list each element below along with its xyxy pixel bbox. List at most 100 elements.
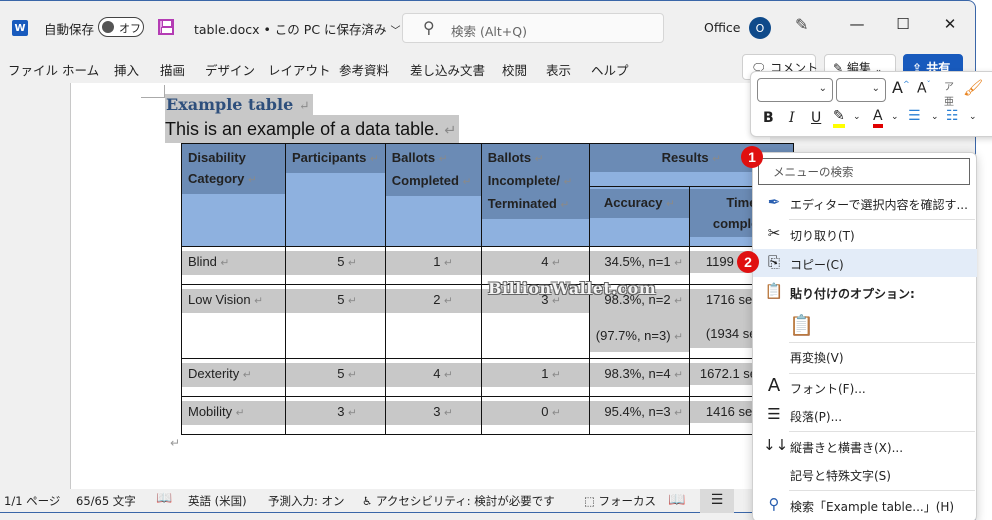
font-color-button[interactable]: A [873,108,883,128]
word-count[interactable]: 65/65 文字 [76,493,136,509]
document-title[interactable]: table.docx • この PC に保存済み ﹀ [194,19,401,38]
menu-search-input[interactable]: メニューの検索 [758,158,970,185]
cell-incomplete[interactable]: 1 ↵ [480,358,590,397]
menu-item-symbols[interactable]: 記号と特殊文字(S) [753,460,977,488]
cell-value: 0 [541,404,549,419]
paragraph-mark: ↵ [563,177,573,188]
menu-item-copy[interactable]: ⎘ コピー(C) [753,249,977,277]
paragraph-mark: ↵ [560,200,570,211]
designer-pen-icon[interactable]: ✎ [795,15,808,34]
format-painter-icon[interactable]: 🖌 [963,78,983,97]
page-count[interactable]: 1/1 ページ [4,493,60,509]
phonetic-guide-icon[interactable]: ア亜 [944,78,954,108]
chevron-down-icon[interactable]: ⌄ [969,112,977,122]
tab-layout[interactable]: レイアウト [268,60,331,79]
tab-help[interactable]: ヘルプ [591,60,629,79]
doc-heading[interactable]: Example table ↵ [165,94,313,115]
header-line: Disability [188,150,246,165]
paste-icon: 📋 [764,282,784,300]
tab-file[interactable]: ファイル [8,60,58,79]
grow-font-icon[interactable]: A^ [892,78,910,97]
paste-keep-text-button[interactable]: 📋 [753,307,977,341]
read-mode-icon[interactable]: 📖 [660,489,694,513]
cell-category[interactable]: Dexterity ↵ [181,358,286,397]
menu-item-font[interactable]: A フォント(F)... [753,373,977,401]
menu-item-label: 貼り付けのオプション: [790,287,915,301]
paragraph-mark: ↵ [348,296,357,307]
header-ballots-completed[interactable]: Ballots ↵ Completed ↵ [384,143,482,247]
tab-references[interactable]: 参考資料 [339,60,389,79]
cell-completed[interactable]: 1 ↵ [384,246,482,285]
tab-review[interactable]: 校閲 [502,60,527,79]
highlight-icon[interactable]: ✎ [833,108,845,128]
predictive-text-status[interactable]: 予測入力: オン [268,493,345,509]
minimize-button[interactable]: — [845,15,869,33]
bold-button[interactable]: B [763,110,774,126]
cell-completed[interactable]: 4 ↵ [384,358,482,397]
tab-design[interactable]: デザイン [205,60,255,79]
doc-subtitle[interactable]: This is an example of a data table. ↵ [165,115,460,143]
autosave-toggle[interactable]: オフ [98,17,144,37]
cell-participants[interactable]: 3 ↵ [285,396,386,435]
tab-draw[interactable]: 描画 [160,60,185,79]
header-participants[interactable]: Participants ↵ [285,143,386,247]
underline-button[interactable]: U [811,110,821,126]
avatar[interactable]: O [749,17,771,39]
paste-clipboard-icon: 📋 [789,313,814,337]
close-button[interactable]: ✕ [938,15,962,33]
editor-pen-icon: ✒ [767,193,781,211]
tab-mailings[interactable]: 差し込み文書 [410,60,485,79]
accessibility-status[interactable]: ♿ アクセシビリティ: 検討が必要です [362,493,555,509]
font-size-combo[interactable]: ⌄ [836,78,886,102]
bullet-list-icon[interactable]: ☰ [908,108,921,124]
save-icon[interactable] [158,19,174,35]
tab-view[interactable]: 表示 [546,60,571,79]
menu-item-reconvert[interactable]: 再変換(V) [753,342,977,370]
header-ballots-incomplete[interactable]: Ballots ↵ Incomplete/ ↵ Terminated ↵ [480,143,590,247]
cell-accuracy[interactable]: 98.3%, n=4 ↵ [588,358,690,397]
search-placeholder: 検索 (Alt+Q) [451,24,527,39]
tab-insert[interactable]: 挿入 [114,60,139,79]
cell-completed[interactable]: 2 ↵ [384,284,482,359]
proofing-book-icon[interactable]: 📖 [156,491,172,506]
cell-participants[interactable]: 5 ↵ [285,284,386,359]
scissors-icon: ✂ [767,224,781,242]
cell-category[interactable]: Mobility ↵ [181,396,286,435]
cell-completed[interactable]: 3 ↵ [384,396,482,435]
paragraph-mark: ↵ [254,296,263,307]
tab-home[interactable]: ホーム [62,60,99,79]
menu-item-smart-lookup[interactable]: ⚲ 検索「Example table...」(H) [753,491,977,519]
menu-item-cut[interactable]: ✂ 切り取り(T) [753,220,977,248]
chevron-down-icon[interactable]: ⌄ [891,112,899,122]
cell-text: 3 ↵ [286,401,385,425]
cell-text: 5 ↵ [286,251,385,275]
language-status[interactable]: 英語 (米国) [188,493,247,509]
focus-mode-button[interactable]: ⬚ フォーカス [584,493,656,509]
header-disability-category[interactable]: Disability Category ↵ [181,143,286,247]
cell-participants[interactable]: 5 ↵ [285,358,386,397]
cell-text: 34.5%, n=1 ↵ [589,251,689,275]
search-box[interactable]: ⚲ 検索 (Alt+Q) [402,13,664,43]
maximize-button[interactable]: ☐ [891,15,915,33]
menu-item-editor[interactable]: ✒ エディターで選択内容を確認す... [753,189,977,217]
cell-participants[interactable]: 5 ↵ [285,246,386,285]
italic-button[interactable]: I [789,110,795,126]
shrink-font-icon[interactable]: Aˇ [917,80,931,97]
numbered-list-icon[interactable]: ☷ [946,108,959,124]
cell-category[interactable]: Blind ↵ [181,246,286,285]
header-accuracy[interactable]: Accuracy ↵ [588,186,690,247]
font-name-combo[interactable]: ⌄ [757,78,833,102]
menu-item-text-direction[interactable]: ↓↓ 縦書きと横書き(X)... [753,432,977,460]
cell-text: 1 ↵ [481,363,589,387]
cell-category[interactable]: Low Vision ↵ [181,284,286,359]
menu-item-paragraph[interactable]: ☰ 段落(P)... [753,401,977,429]
cell-incomplete[interactable]: 0 ↵ [480,396,590,435]
menu-item-label: 記号と特殊文字(S) [790,469,891,483]
chevron-down-icon[interactable]: ⌄ [853,112,861,122]
chevron-down-icon[interactable]: ⌄ [931,112,939,122]
print-layout-icon[interactable]: ☰ [700,489,734,513]
cell-value: 1 [541,366,549,381]
cell-accuracy[interactable]: 95.4%, n=3 ↵ [588,396,690,435]
cell-text: 3 ↵ [385,401,481,425]
menu-item-label: 検索「Example table...」(H) [790,500,955,514]
